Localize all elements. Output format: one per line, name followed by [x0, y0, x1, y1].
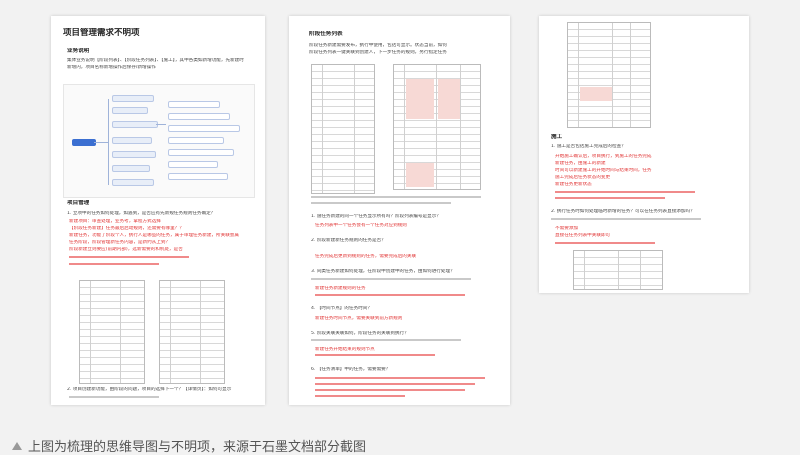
- doc3-answer-2: 不需要添加: [555, 226, 578, 231]
- doc2-question-4: 4. 【时间节点】的任务时间？: [311, 306, 372, 311]
- doc1-red-line-4: 任务阶段，阶段管理新任务内容，是新约从上到？: [69, 240, 171, 245]
- doc1-red-line-1: 新建项目：审查处理，业务考，拿程方式选择: [69, 219, 161, 224]
- mind-map-root: [72, 139, 96, 146]
- doc1-question-2: 2. 项目创建新功能，由阶段的问题，项目的选择下一个？【详情页】：如何可显示: [67, 387, 232, 392]
- doc3-red-line-4: 施工完成后任务状态的变更: [555, 175, 611, 180]
- doc3-table-top: [567, 22, 651, 128]
- doc2-answer-4: 新建任务时间节点，需要关联到前方新规则: [315, 316, 403, 321]
- doc1-section-business: 业务说明: [67, 48, 90, 54]
- caption-text: 上图为梳理的思维导图与不明项，来源于石墨文档部分截图: [28, 440, 367, 455]
- doc1-table-left: [79, 280, 145, 384]
- doc3-section: 施工: [551, 134, 563, 140]
- doc3-red-line-1: 开始施工确认后，项目执行，到施工的任务完成: [555, 154, 652, 159]
- doc2-intro-line1: 阶段任务新建需要发布，执行中使用，包括可显示。状态当前，如何: [309, 43, 447, 48]
- caption-triangle-icon: [12, 442, 22, 450]
- doc1-section-project: 项目管理: [67, 200, 90, 206]
- doc2-intro-line2: 阶段任务列表一键关联到创建人，下一步任务的规则，另行指定任务: [309, 50, 447, 55]
- doc1-table-right: [159, 280, 225, 384]
- doc2-question-3: 3. 同类任务新建如何处理，在阶段中创建中的任务，由如何进行处理？: [311, 269, 455, 274]
- doc1-intro-line2: 新增内，项目名称新增操作后保存/新增操作: [67, 65, 156, 70]
- doc2-answer-2: 任务完成后更新到规则的任务，需要完成后的关联: [315, 254, 417, 259]
- document-page-2: 阶段任务列表 阶段任务新建需要发布，执行中使用，包括可显示。状态当前，如何 阶段…: [289, 16, 510, 405]
- doc1-red-line-5: 阶段新建立则要应(前期内部)，选新需要的和机处，是否: [69, 247, 183, 252]
- doc2-question-5: 5. 阶段关联关联如何，阶段任务的关联到执行？: [311, 331, 409, 336]
- doc2-answer-5: 新建任务开始结束的规则节点: [315, 347, 375, 352]
- doc3-table-bottom: [573, 250, 663, 290]
- doc2-answer-3: 新建任务新建规则的任务: [315, 286, 366, 291]
- doc2-question-1: 1. 施任务新建的同一个任务显示所有吗？阶段列表编号是显示？: [311, 214, 441, 219]
- doc3-answer-2b: 直接在任务列表中关联即可: [555, 233, 611, 238]
- doc2-title: 阶段任务列表: [309, 31, 343, 37]
- mind-map-image: [63, 84, 255, 198]
- image-caption: 上图为梳理的思维导图与不明项，来源于石墨文档部分截图: [12, 436, 366, 455]
- doc3-red-line-5: 新建任务更新状态: [555, 182, 592, 187]
- doc2-question-6: 6. 【任务清单】中的任务，需要需要？: [311, 367, 391, 372]
- doc1-red-line-3: 新建任务，功能了阶段个人，执行人是哪些的任务，属于审理任务新建，所关联会属: [69, 233, 239, 238]
- doc2-table-right: [393, 64, 481, 190]
- doc1-intro-line1: 集体业务说明【阶段列表】、【阶段任务列表】、【施工】，其中各类如新增功能，先新建…: [67, 58, 244, 63]
- doc3-red-line-3: 时间可以新建施工的开始时间与结束时间，任务: [555, 168, 652, 173]
- doc2-answer-1: 任务列表中一个任务会有一个任务对应到规则: [315, 223, 407, 228]
- document-page-3: 施工 1. 施工是否包括施工完成后的检查？ 开始施工确认后，项目执行，到施工的任…: [539, 16, 749, 293]
- document-page-1: 项目管理需求不明项 业务说明 集体业务说明【阶段列表】、【阶段任务列表】、【施工…: [51, 16, 265, 405]
- doc2-table-left: [311, 64, 375, 194]
- doc1-red-line-2: 【阶段任务新建】任务最后启动规则，还需要有哪里？？: [69, 226, 184, 231]
- doc1-question-1: 1. 立项中的任务如何处理，如遇到，是否应有先新规任务规则任务确定？: [67, 211, 216, 216]
- doc1-title: 项目管理需求不明项: [63, 28, 140, 38]
- doc3-question-1: 1. 施工是否包括施工完成后的检查？: [551, 144, 626, 149]
- doc3-question-2: 2. 执行任务时如何处理临时新增的任务？可以在任务列表直接添加吗？: [551, 209, 695, 214]
- doc2-question-2: 2. 阶段新建新任务规则的任务是否？: [311, 238, 386, 243]
- doc3-red-line-2: 新建任务，由施工的新建: [555, 161, 606, 166]
